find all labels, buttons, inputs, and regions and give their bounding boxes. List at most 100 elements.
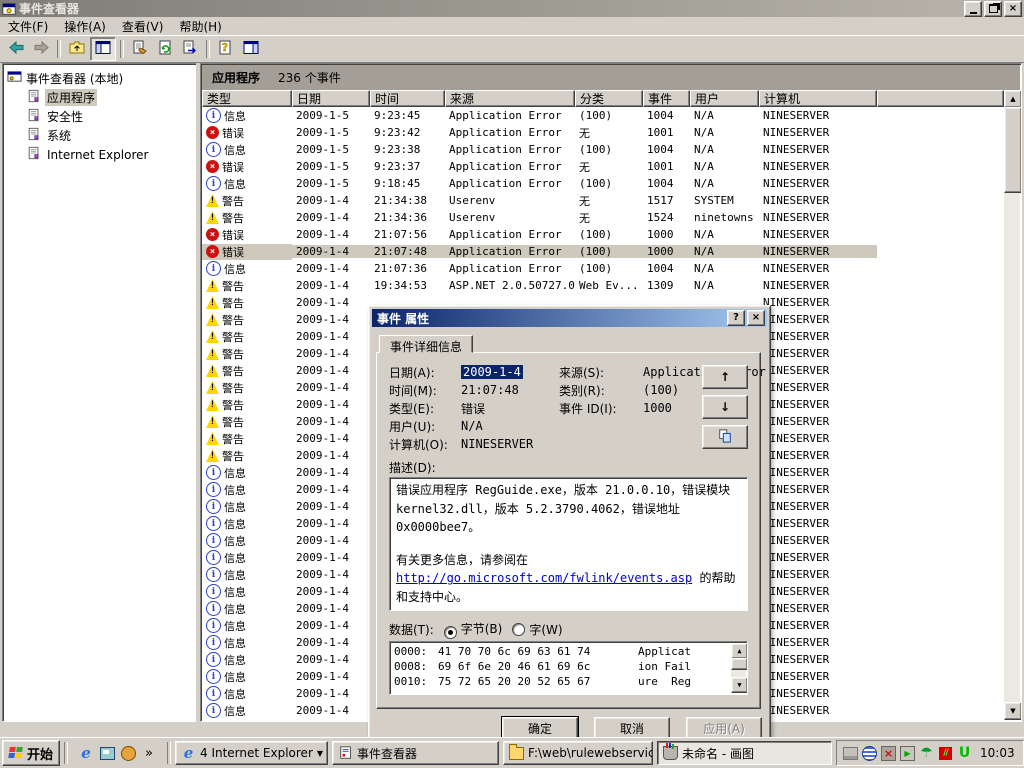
result-band: 应用程序 236 个事件 (202, 65, 1020, 91)
error-icon: × (206, 126, 219, 139)
column-header-7[interactable]: 计算机 (759, 90, 877, 107)
tree-root-item[interactable]: 事件查看器 (本地) (3, 68, 197, 88)
column-header-0[interactable]: 类型 (202, 90, 292, 107)
copy-button[interactable] (702, 425, 748, 449)
refresh-icon (157, 40, 173, 58)
start-button[interactable]: 开始 (2, 740, 60, 766)
sync-icon[interactable]: // (938, 746, 953, 761)
description-box[interactable]: 错误应用程序 RegGuide.exe，版本 21.0.0.10，错误模块 ke… (389, 477, 748, 611)
table-row[interactable]: ×错误2009-1-59:23:42Application Error无1001… (202, 124, 1004, 141)
properties-button[interactable] (128, 38, 152, 60)
cell-计算机: NINESERVER (759, 517, 877, 530)
launcher-icon[interactable] (120, 745, 136, 761)
cell-计算机: NINESERVER (759, 602, 877, 615)
database-running-icon[interactable]: ▶ (900, 746, 915, 761)
table-row[interactable]: !警告2009-1-419:34:53ASP.NET 2.0.50727.0We… (202, 277, 1004, 294)
type-label: 信息 (224, 108, 246, 124)
help-button[interactable]: ? (214, 38, 238, 60)
column-header-3[interactable]: 来源 (445, 90, 575, 107)
table-row[interactable]: ×错误2009-1-421:07:48Application Error(100… (202, 243, 1004, 260)
cell-计算机: NINESERVER (759, 483, 877, 496)
hex-data-box[interactable]: 0000:41 70 70 6c 69 63 61 74Applicat0008… (389, 641, 748, 695)
table-row[interactable]: i信息2009-1-59:18:45Application Error(100)… (202, 175, 1004, 192)
table-row[interactable]: i信息2009-1-59:23:45Application Error(100)… (202, 107, 1004, 124)
scroll-down-icon[interactable]: ▼ (1004, 702, 1022, 720)
input-method-icon[interactable] (843, 746, 858, 761)
show-tree-button[interactable] (90, 37, 116, 61)
warning-icon: ! (206, 398, 219, 411)
table-row[interactable]: ×错误2009-1-59:23:37Application Error无1001… (202, 158, 1004, 175)
sidebar-item-0[interactable]: 应用程序 (25, 88, 197, 107)
cell-事件: 1004 (643, 109, 690, 122)
scroll-up-icon[interactable]: ▲ (1004, 90, 1022, 108)
up-one-level-button[interactable] (65, 38, 89, 60)
event-viewer-icon (338, 746, 353, 761)
antivirus-umbrella-icon[interactable]: ☂ (919, 746, 934, 761)
words-radio[interactable]: 字(W) (512, 621, 562, 638)
taskbar-task-3[interactable]: 未命名 - 画图 (657, 741, 832, 765)
column-header-5[interactable]: 事件 (643, 90, 690, 107)
menu-item-0[interactable]: 文件(F) (0, 17, 56, 36)
column-header-4[interactable]: 分类 (575, 90, 643, 107)
ultraedit-icon[interactable]: U (957, 746, 972, 761)
log-book-icon (27, 146, 41, 163)
hex-scrollbar[interactable]: ▲ ▼ (731, 643, 746, 693)
table-row[interactable]: i信息2009-1-59:23:38Application Error(100)… (202, 141, 1004, 158)
show-panel-button[interactable] (239, 38, 263, 60)
refresh-button[interactable] (153, 38, 177, 60)
sidebar-item-1[interactable]: 安全性 (25, 107, 197, 126)
sidebar-item-label: 安全性 (45, 108, 85, 125)
cell-计算机: NINESERVER (759, 245, 877, 258)
events-link[interactable]: http://go.microsoft.com/fwlink/events.as… (396, 571, 692, 585)
cell-类型: i信息 (202, 108, 292, 124)
sidebar-item-2[interactable]: 系统 (25, 126, 197, 145)
cell-时间: 9:23:37 (370, 160, 445, 173)
close-button[interactable]: × (1004, 1, 1022, 17)
back-button[interactable] (4, 38, 28, 60)
cell-计算机: NINESERVER (759, 568, 877, 581)
hex-scroll-up-icon[interactable]: ▲ (731, 643, 748, 659)
taskbar-task-2[interactable]: F:\web\rulewebservice (503, 741, 653, 765)
menu-item-3[interactable]: 帮助(H) (171, 17, 229, 36)
table-row[interactable]: ×错误2009-1-421:07:56Application Error(100… (202, 226, 1004, 243)
minimize-button[interactable] (964, 1, 982, 17)
cell-事件: 1000 (643, 245, 690, 258)
taskbar-task-1[interactable]: 事件查看器 (332, 741, 499, 765)
show-desktop-icon[interactable] (99, 745, 115, 761)
menu-item-1[interactable]: 操作(A) (56, 17, 114, 36)
tab-event-details[interactable]: 事件详细信息 (379, 335, 473, 353)
cell-日期: 2009-1-4 (292, 245, 370, 258)
table-row[interactable]: !警告2009-1-421:34:36Userenv无1524ninetowns… (202, 209, 1004, 226)
ie-icon[interactable]: e (78, 745, 94, 761)
cell-事件: 1004 (643, 143, 690, 156)
overflow-chevron[interactable]: » (141, 745, 157, 761)
computer-label: 计算机(O): (389, 436, 461, 453)
export-list-button[interactable] (178, 38, 202, 60)
taskbar-task-0[interactable]: e4 Internet Explorer▼ (175, 741, 328, 765)
type-label: 错误 (222, 244, 244, 260)
type-label: 类型(E): (389, 400, 461, 417)
previous-event-button[interactable]: ↑ (702, 365, 748, 389)
forward-button[interactable] (29, 38, 53, 60)
table-row[interactable]: i信息2009-1-421:07:36Application Error(100… (202, 260, 1004, 277)
hex-scroll-down-icon[interactable]: ▼ (731, 677, 748, 693)
bytes-radio[interactable]: 字节(B) (444, 620, 503, 639)
dialog-close-button[interactable]: × (747, 310, 765, 326)
column-header-6[interactable]: 用户 (690, 90, 759, 107)
scroll-thumb[interactable] (1004, 107, 1022, 193)
sql-stopped-icon[interactable]: × (881, 746, 896, 761)
column-header-2[interactable]: 时间 (370, 90, 445, 107)
next-event-button[interactable]: ↓ (702, 395, 748, 419)
list-vertical-scrollbar[interactable]: ▲ ▼ (1004, 90, 1020, 720)
sidebar-item-3[interactable]: Internet Explorer (25, 145, 197, 164)
hex-scroll-thumb[interactable] (731, 658, 748, 670)
dialog-help-button[interactable]: ? (727, 310, 745, 326)
menu-item-2[interactable]: 查看(V) (114, 17, 172, 36)
window-titlebar[interactable]: 事件查看器 × (0, 0, 1024, 17)
dialog-titlebar[interactable]: 事件 属性 ? × (372, 309, 767, 327)
column-header-1[interactable]: 日期 (292, 90, 370, 107)
table-row[interactable]: !警告2009-1-421:34:38Userenv无1517SYSTEMNIN… (202, 192, 1004, 209)
cell-事件: 1004 (643, 177, 690, 190)
restore-button[interactable] (984, 1, 1002, 17)
network-globe-icon[interactable] (862, 746, 877, 761)
